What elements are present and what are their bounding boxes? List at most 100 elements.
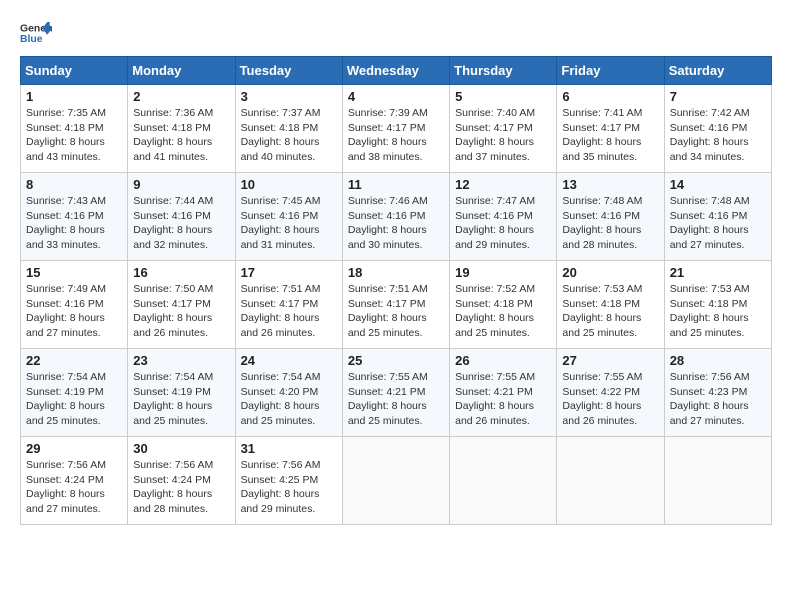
day-info: Sunrise: 7:52 AMSunset: 4:18 PMDaylight:… [455, 282, 551, 341]
calendar-cell: 20 Sunrise: 7:53 AMSunset: 4:18 PMDayligh… [557, 261, 664, 349]
day-number: 17 [241, 265, 337, 280]
week-row-3: 15 Sunrise: 7:49 AMSunset: 4:16 PMDayligh… [21, 261, 772, 349]
calendar-cell: 18 Sunrise: 7:51 AMSunset: 4:17 PMDayligh… [342, 261, 449, 349]
day-info: Sunrise: 7:49 AMSunset: 4:16 PMDaylight:… [26, 282, 122, 341]
day-number: 13 [562, 177, 658, 192]
calendar-cell: 30Sunrise: 7:56 AMSunset: 4:24 PMDayligh… [128, 437, 235, 525]
calendar-cell: 25 Sunrise: 7:55 AMSunset: 4:21 PMDayligh… [342, 349, 449, 437]
calendar-cell: 5Sunrise: 7:40 AMSunset: 4:17 PMDaylight… [450, 85, 557, 173]
logo: General Blue [20, 20, 56, 48]
week-row-1: 1 Sunrise: 7:35 AMSunset: 4:18 PMDaylight… [21, 85, 772, 173]
calendar-cell: 22 Sunrise: 7:54 AMSunset: 4:19 PMDayligh… [21, 349, 128, 437]
calendar-cell: 8 Sunrise: 7:43 AMSunset: 4:16 PMDaylight… [21, 173, 128, 261]
day-info: Sunrise: 7:56 AMSunset: 4:24 PMDaylight:… [26, 458, 122, 517]
day-info: Sunrise: 7:47 AMSunset: 4:16 PMDaylight:… [455, 194, 551, 253]
weekday-header-sunday: Sunday [21, 57, 128, 85]
day-info: Sunrise: 7:35 AMSunset: 4:18 PMDaylight:… [26, 106, 122, 165]
day-number: 23 [133, 353, 229, 368]
calendar-cell: 24 Sunrise: 7:54 AMSunset: 4:20 PMDayligh… [235, 349, 342, 437]
calendar-cell: 27 Sunrise: 7:55 AMSunset: 4:22 PMDayligh… [557, 349, 664, 437]
day-info: Sunrise: 7:51 AMSunset: 4:17 PMDaylight:… [348, 282, 444, 341]
week-row-5: 29 Sunrise: 7:56 AMSunset: 4:24 PMDayligh… [21, 437, 772, 525]
day-info: Sunrise: 7:51 AMSunset: 4:17 PMDaylight:… [241, 282, 337, 341]
day-info: Sunrise: 7:43 AMSunset: 4:16 PMDaylight:… [26, 194, 122, 253]
day-number: 1 [26, 89, 122, 104]
calendar-cell: 6Sunrise: 7:41 AMSunset: 4:17 PMDaylight… [557, 85, 664, 173]
day-info: Sunrise: 7:54 AMSunset: 4:19 PMDaylight:… [133, 370, 229, 429]
calendar-cell: 7 Sunrise: 7:42 AMSunset: 4:16 PMDaylight… [664, 85, 771, 173]
weekday-header-tuesday: Tuesday [235, 57, 342, 85]
day-number: 7 [670, 89, 766, 104]
day-number: 20 [562, 265, 658, 280]
day-info: Sunrise: 7:42 AMSunset: 4:16 PMDaylight:… [670, 106, 766, 165]
calendar-cell [664, 437, 771, 525]
calendar-cell: 31Sunrise: 7:56 AMSunset: 4:25 PMDayligh… [235, 437, 342, 525]
calendar-cell: 29 Sunrise: 7:56 AMSunset: 4:24 PMDayligh… [21, 437, 128, 525]
day-number: 19 [455, 265, 551, 280]
calendar-cell: 4Sunrise: 7:39 AMSunset: 4:17 PMDaylight… [342, 85, 449, 173]
weekday-header-friday: Friday [557, 57, 664, 85]
calendar-cell: 28Sunrise: 7:56 AMSunset: 4:23 PMDayligh… [664, 349, 771, 437]
page-container: General Blue SundayMondayTuesdayWednesda… [20, 20, 772, 525]
calendar-cell: 11 Sunrise: 7:46 AMSunset: 4:16 PMDayligh… [342, 173, 449, 261]
calendar-cell [557, 437, 664, 525]
day-number: 2 [133, 89, 229, 104]
weekday-header-row: SundayMondayTuesdayWednesdayThursdayFrid… [21, 57, 772, 85]
day-info: Sunrise: 7:37 AMSunset: 4:18 PMDaylight:… [241, 106, 337, 165]
day-info: Sunrise: 7:48 AMSunset: 4:16 PMDaylight:… [562, 194, 658, 253]
day-number: 8 [26, 177, 122, 192]
day-number: 12 [455, 177, 551, 192]
week-row-4: 22 Sunrise: 7:54 AMSunset: 4:19 PMDayligh… [21, 349, 772, 437]
calendar-cell: 23 Sunrise: 7:54 AMSunset: 4:19 PMDayligh… [128, 349, 235, 437]
calendar-cell: 3 Sunrise: 7:37 AMSunset: 4:18 PMDaylight… [235, 85, 342, 173]
day-number: 21 [670, 265, 766, 280]
day-info: Sunrise: 7:50 AMSunset: 4:17 PMDaylight:… [133, 282, 229, 341]
day-info: Sunrise: 7:46 AMSunset: 4:16 PMDaylight:… [348, 194, 444, 253]
day-info: Sunrise: 7:39 AMSunset: 4:17 PMDaylight:… [348, 106, 444, 165]
weekday-header-thursday: Thursday [450, 57, 557, 85]
day-number: 26 [455, 353, 551, 368]
day-number: 11 [348, 177, 444, 192]
calendar-cell: 12 Sunrise: 7:47 AMSunset: 4:16 PMDayligh… [450, 173, 557, 261]
day-number: 10 [241, 177, 337, 192]
day-info: Sunrise: 7:56 AMSunset: 4:25 PMDaylight:… [241, 458, 337, 517]
weekday-header-monday: Monday [128, 57, 235, 85]
svg-text:Blue: Blue [20, 34, 43, 45]
day-number: 14 [670, 177, 766, 192]
calendar-cell: 16Sunrise: 7:50 AMSunset: 4:17 PMDayligh… [128, 261, 235, 349]
calendar-cell: 15 Sunrise: 7:49 AMSunset: 4:16 PMDayligh… [21, 261, 128, 349]
day-number: 18 [348, 265, 444, 280]
calendar-cell: 9 Sunrise: 7:44 AMSunset: 4:16 PMDaylight… [128, 173, 235, 261]
week-row-2: 8 Sunrise: 7:43 AMSunset: 4:16 PMDaylight… [21, 173, 772, 261]
day-info: Sunrise: 7:55 AMSunset: 4:22 PMDaylight:… [562, 370, 658, 429]
day-number: 5 [455, 89, 551, 104]
weekday-header-wednesday: Wednesday [342, 57, 449, 85]
day-info: Sunrise: 7:54 AMSunset: 4:20 PMDaylight:… [241, 370, 337, 429]
day-info: Sunrise: 7:41 AMSunset: 4:17 PMDaylight:… [562, 106, 658, 165]
calendar-cell: 26Sunrise: 7:55 AMSunset: 4:21 PMDayligh… [450, 349, 557, 437]
day-info: Sunrise: 7:48 AMSunset: 4:16 PMDaylight:… [670, 194, 766, 253]
calendar-cell: 14 Sunrise: 7:48 AMSunset: 4:16 PMDayligh… [664, 173, 771, 261]
day-info: Sunrise: 7:55 AMSunset: 4:21 PMDaylight:… [348, 370, 444, 429]
day-number: 22 [26, 353, 122, 368]
day-number: 3 [241, 89, 337, 104]
calendar-cell: 13 Sunrise: 7:48 AMSunset: 4:16 PMDayligh… [557, 173, 664, 261]
day-number: 30 [133, 441, 229, 456]
calendar-cell: 17 Sunrise: 7:51 AMSunset: 4:17 PMDayligh… [235, 261, 342, 349]
day-info: Sunrise: 7:36 AMSunset: 4:18 PMDaylight:… [133, 106, 229, 165]
day-number: 9 [133, 177, 229, 192]
day-number: 29 [26, 441, 122, 456]
day-number: 25 [348, 353, 444, 368]
day-info: Sunrise: 7:44 AMSunset: 4:16 PMDaylight:… [133, 194, 229, 253]
calendar-cell: 10 Sunrise: 7:45 AMSunset: 4:16 PMDayligh… [235, 173, 342, 261]
day-info: Sunrise: 7:53 AMSunset: 4:18 PMDaylight:… [562, 282, 658, 341]
calendar-cell: 21Sunrise: 7:53 AMSunset: 4:18 PMDayligh… [664, 261, 771, 349]
day-number: 15 [26, 265, 122, 280]
calendar-cell: 19 Sunrise: 7:52 AMSunset: 4:18 PMDayligh… [450, 261, 557, 349]
day-number: 27 [562, 353, 658, 368]
day-number: 24 [241, 353, 337, 368]
weekday-header-saturday: Saturday [664, 57, 771, 85]
day-info: Sunrise: 7:45 AMSunset: 4:16 PMDaylight:… [241, 194, 337, 253]
day-number: 28 [670, 353, 766, 368]
day-info: Sunrise: 7:54 AMSunset: 4:19 PMDaylight:… [26, 370, 122, 429]
